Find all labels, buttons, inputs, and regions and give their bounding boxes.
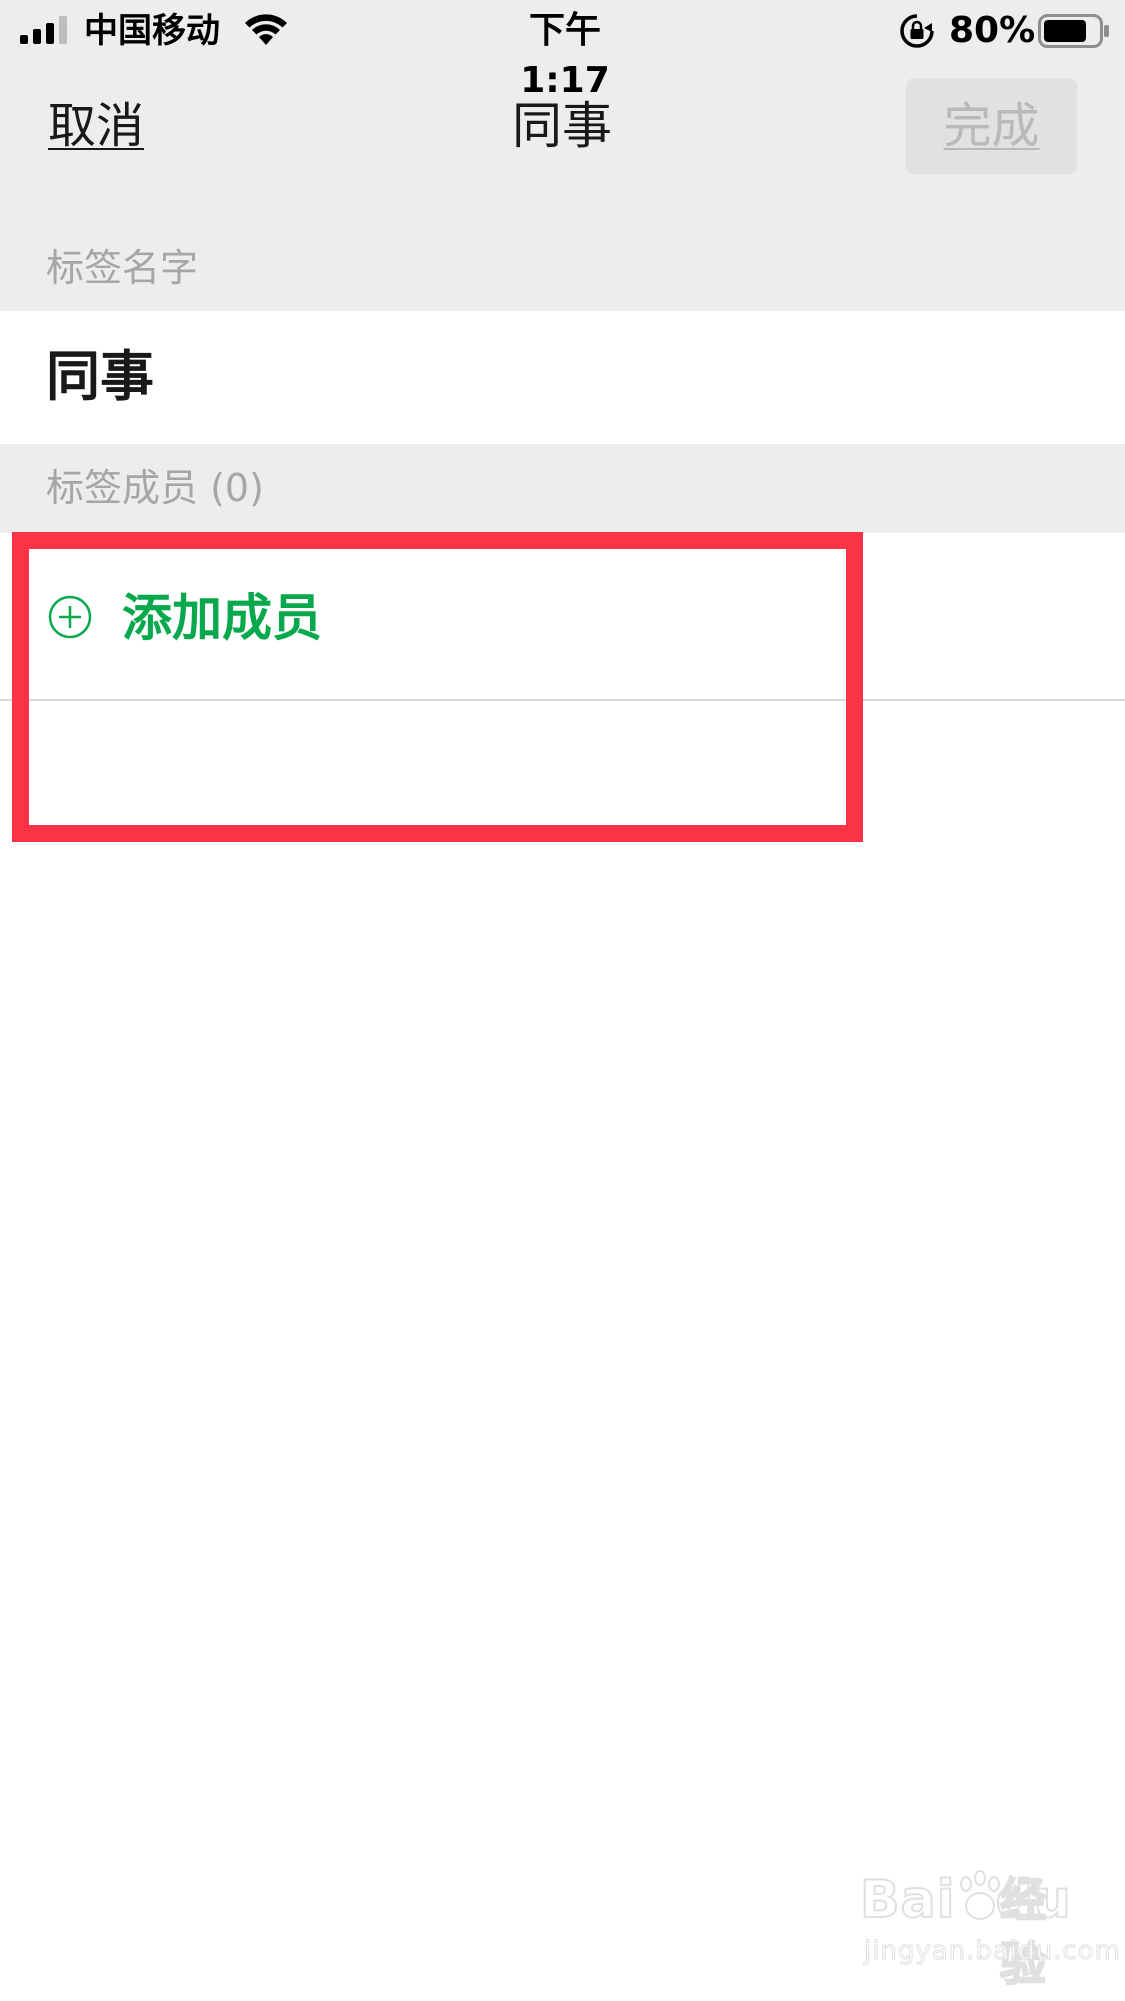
carrier-name: 中国移动 [84, 11, 220, 51]
tag-name-row [0, 311, 1125, 444]
battery-percent: 80% [949, 10, 1036, 51]
rotation-lock-icon [900, 14, 934, 48]
paw-icon [960, 1870, 1000, 1920]
status-bar: 中国移动 下午 1:17 80% [0, 0, 1125, 101]
page-title: 同事 [512, 97, 612, 155]
wifi-icon [245, 14, 287, 45]
battery-level-fill [1044, 20, 1086, 42]
battery-icon [1038, 14, 1109, 48]
tag-name-section-label: 标签名字 [46, 246, 199, 290]
tag-name-input[interactable] [46, 341, 1046, 413]
highlight-annotation-box [12, 532, 863, 842]
tag-name-section-header: 标签名字 [0, 192, 1125, 311]
done-button[interactable]: 完成 [906, 78, 1077, 174]
tag-members-section-header: 标签成员 (0) [0, 444, 1125, 533]
signal-icon [20, 16, 67, 44]
tag-members-section-label: 标签成员 (0) [46, 466, 264, 510]
baidu-watermark: Bai du 经验 jingyan.baidu.com [859, 1868, 1120, 1992]
navigation-bar: 取消 同事 完成 [0, 62, 1125, 192]
cancel-button[interactable]: 取消 [48, 92, 144, 160]
watermark-cn-text: 经验 [999, 1872, 1047, 1992]
watermark-url: jingyan.baidu.com [864, 1936, 1121, 1967]
